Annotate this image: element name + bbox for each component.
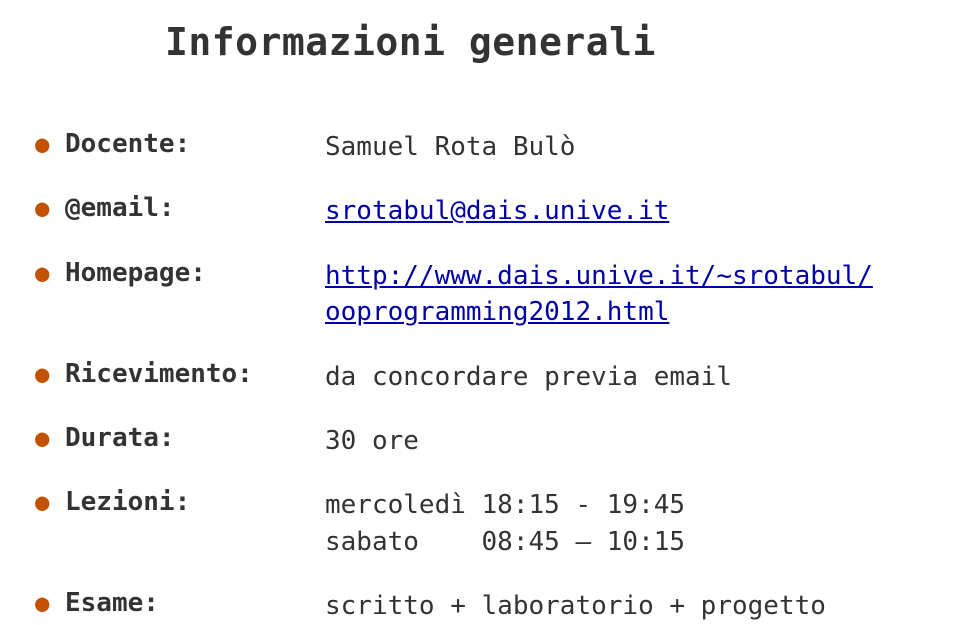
list-item: ● Durata: 30 ore — [35, 423, 945, 459]
row-label: Lezioni: — [65, 487, 325, 517]
row-label: Ricevimento: — [65, 359, 325, 389]
list-item: ● @email: srotabul@dais.unive.it — [35, 193, 945, 229]
row-value-link: srotabul@dais.unive.it — [325, 193, 669, 229]
row-value: Samuel Rota Bulò — [325, 129, 575, 165]
page-title: Informazioni generali — [165, 20, 945, 64]
list-item: ● Ricevimento: da concordare previa emai… — [35, 359, 945, 395]
bullet-icon: ● — [35, 487, 65, 518]
bullet-icon: ● — [35, 258, 65, 289]
row-value: 30 ore — [325, 423, 419, 459]
bullet-icon: ● — [35, 193, 65, 224]
row-label: Homepage: — [65, 258, 325, 288]
email-link[interactable]: srotabul@dais.unive.it — [325, 196, 669, 226]
row-label: Durata: — [65, 423, 325, 453]
bullet-icon: ● — [35, 359, 65, 390]
bullet-icon: ● — [35, 129, 65, 160]
row-value: da concordare previa email — [325, 359, 732, 395]
list-item: ● Homepage: http://www.dais.unive.it/~sr… — [35, 258, 945, 331]
row-label: @email: — [65, 193, 325, 223]
list-item: ● Lezioni: mercoledì 18:15 - 19:45 sabat… — [35, 487, 945, 560]
row-value: mercoledì 18:15 - 19:45 sabato 08:45 – 1… — [325, 487, 685, 560]
list-item: ● Esame: scritto + laboratorio + progett… — [35, 588, 945, 624]
row-value: scritto + laboratorio + progetto — [325, 588, 826, 624]
row-label: Docente: — [65, 129, 325, 159]
list-item: ● Docente: Samuel Rota Bulò — [35, 129, 945, 165]
row-value-link: http://www.dais.unive.it/~srotabul/ oopr… — [325, 258, 873, 331]
homepage-link[interactable]: http://www.dais.unive.it/~srotabul/ oopr… — [325, 261, 873, 327]
bullet-icon: ● — [35, 423, 65, 454]
row-label: Esame: — [65, 588, 325, 618]
